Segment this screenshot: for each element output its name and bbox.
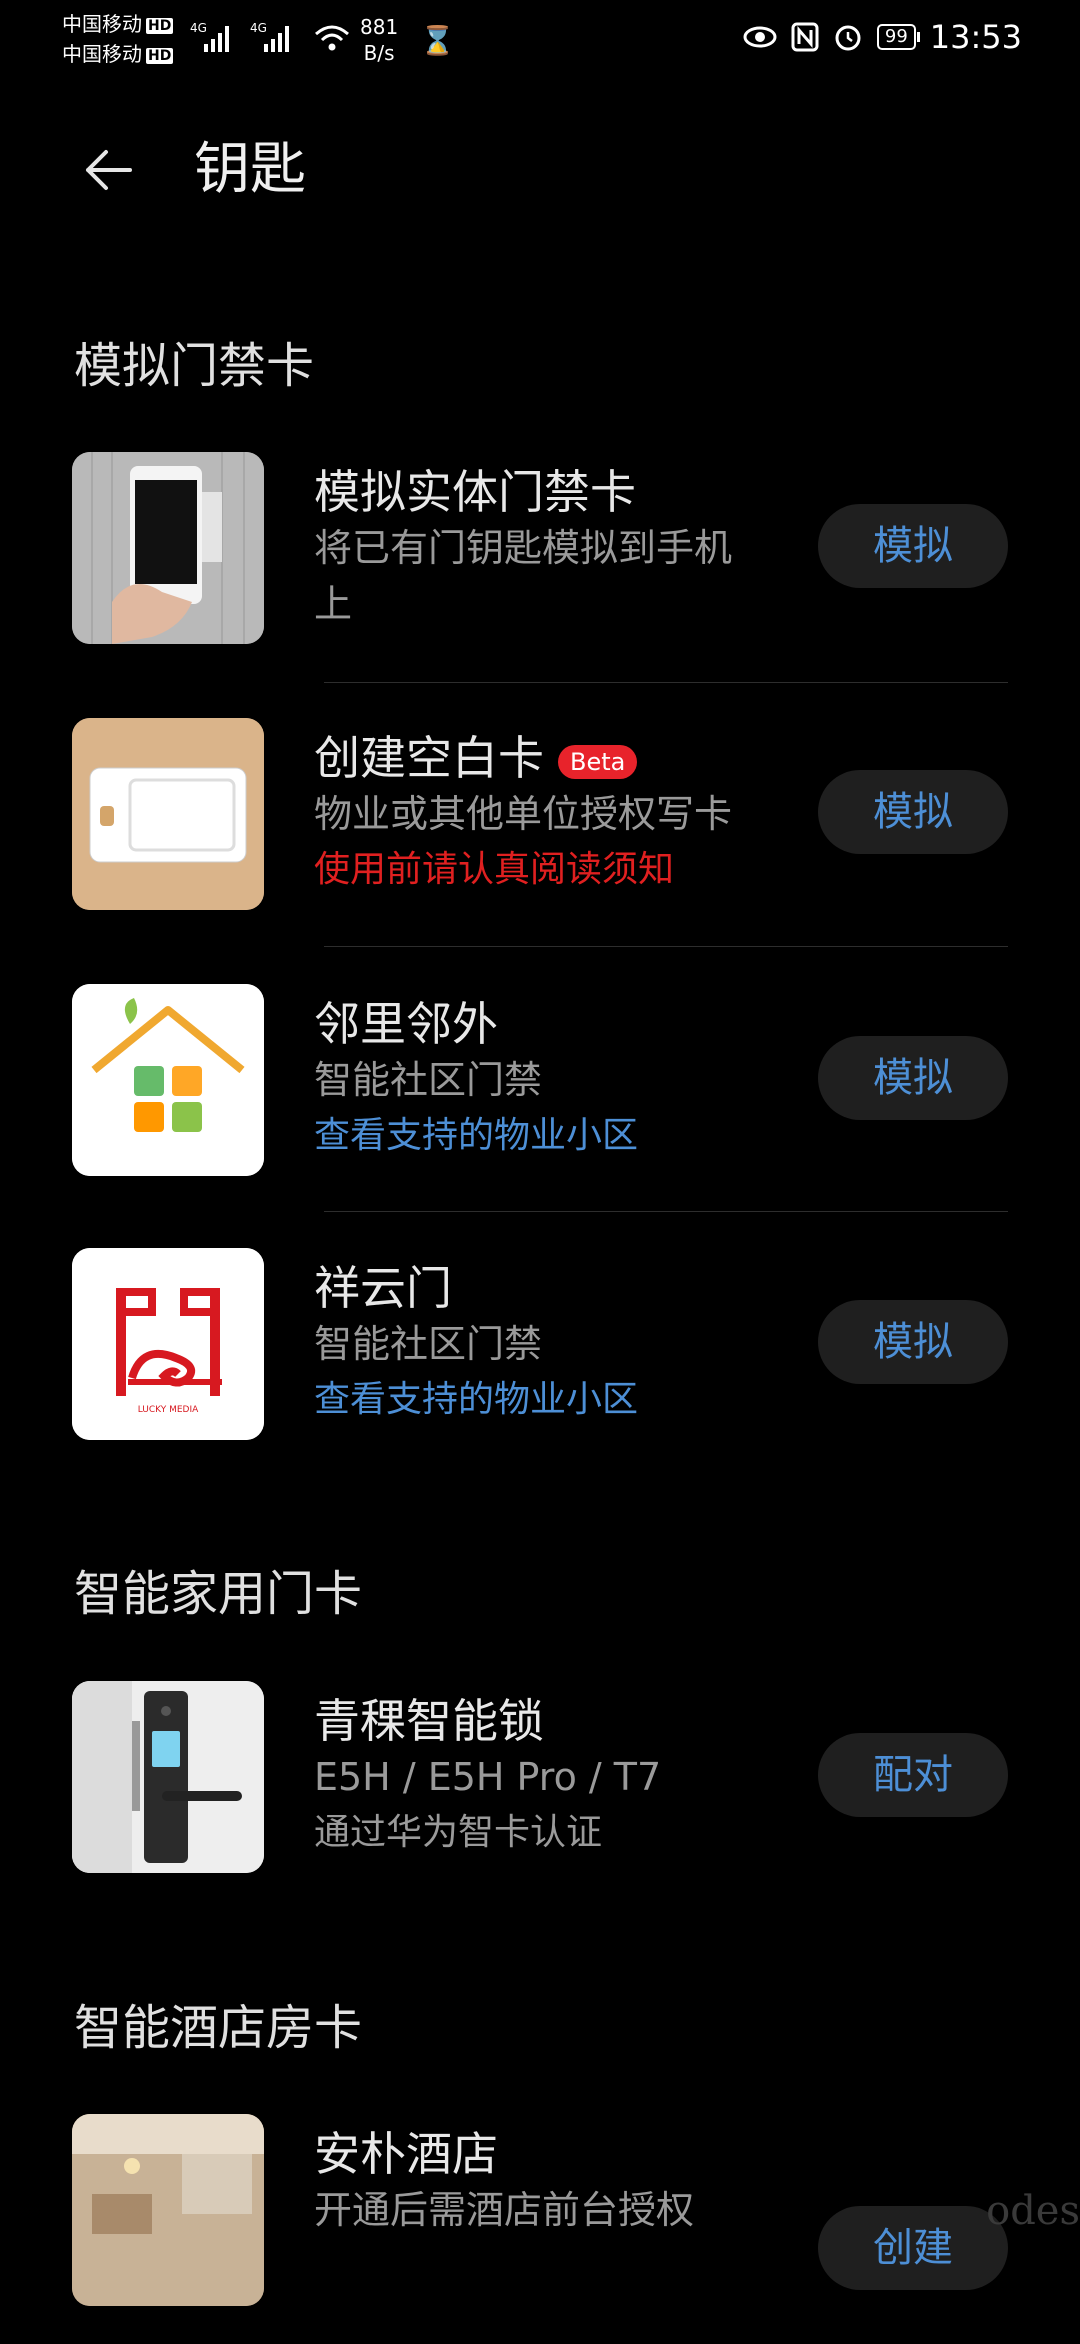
item-description: 智能社区门禁 xyxy=(314,1322,543,1366)
section-title-hotel: 智能酒店房卡 xyxy=(74,2000,363,2056)
app-header: 钥匙 xyxy=(0,130,1080,210)
section-title-home: 智能家用门卡 xyxy=(74,1566,363,1622)
item-name: 邻里邻外 xyxy=(314,997,498,1051)
arrow-left-icon[interactable] xyxy=(78,140,138,200)
wifi-icon xyxy=(315,25,349,51)
nfc-icon xyxy=(791,22,819,52)
linli-simulate-button[interactable]: 模拟 xyxy=(818,1036,1008,1120)
item-description: 将已有门钥匙模拟到手机 xyxy=(314,526,733,570)
list-item-blank-card[interactable]: 创建空白卡 Beta 物业或其他单位授权写卡 使用前请认真阅读须知 模拟 xyxy=(0,718,1080,948)
divider xyxy=(324,1211,1008,1212)
item-models: E5H / E5H Pro / T7 xyxy=(314,1755,662,1799)
page-title: 钥匙 xyxy=(194,137,306,202)
notice-warning-link[interactable]: 使用前请认真阅读须知 xyxy=(314,842,794,898)
supported-communities-link[interactable]: 查看支持的物业小区 xyxy=(314,1108,794,1164)
anpu-hotel-thumbnail xyxy=(72,2114,264,2306)
svg-text:4G: 4G xyxy=(190,21,207,35)
item-name: 祥云门 xyxy=(314,1261,452,1315)
anpu-create-button[interactable]: 创建 xyxy=(818,2206,1008,2290)
item-description: 开通后需酒店前台授权 xyxy=(314,2188,695,2232)
list-item-xiangyun[interactable]: LUCKY MEDIA 祥云门 智能社区门禁 查看支持的物业小区 模拟 xyxy=(0,1248,1080,1478)
item-certification: 通过华为智卡认证 xyxy=(314,1812,603,1853)
status-bar: 中国移动 HD 中国移动 HD 4G 4G 881 B/s ⌛ 99 13:53 xyxy=(0,0,1080,80)
simulate-physical-thumbnail xyxy=(72,452,264,644)
xiangyun-simulate-button[interactable]: 模拟 xyxy=(818,1300,1008,1384)
item-description-cont: 上 xyxy=(314,582,353,626)
alarm-icon xyxy=(835,25,861,51)
item-name: 创建空白卡 xyxy=(314,731,544,785)
list-item-qingke[interactable]: 青稞智能锁 E5H / E5H Pro / T7 通过华为智卡认证 配对 xyxy=(0,1681,1080,1911)
divider xyxy=(324,946,1008,947)
blank-card-simulate-button[interactable]: 模拟 xyxy=(818,770,1008,854)
item-name: 模拟实体门禁卡 xyxy=(314,465,636,519)
clock: 13:53 xyxy=(929,18,1022,56)
eye-comfort-icon xyxy=(743,26,777,48)
carrier-2: 中国移动 HD xyxy=(62,42,174,66)
xiangyun-logo-text: LUCKY MEDIA xyxy=(138,1405,199,1415)
linli-logo xyxy=(72,984,264,1176)
watermark: odes xyxy=(986,2188,1080,2234)
signal-1-icon: 4G xyxy=(190,21,229,52)
blank-card-thumbnail xyxy=(72,718,264,910)
item-name: 安朴酒店 xyxy=(314,2127,498,2181)
hourglass-icon: ⌛ xyxy=(420,24,455,57)
xiangyun-logo: LUCKY MEDIA xyxy=(72,1248,264,1440)
list-item-anpu[interactable]: 安朴酒店 开通后需酒店前台授权 创建 xyxy=(0,2114,1080,2344)
carrier-1: 中国移动 HD xyxy=(62,12,174,36)
list-item-linli[interactable]: 邻里邻外 智能社区门禁 查看支持的物业小区 模拟 xyxy=(0,984,1080,1214)
item-description: 物业或其他单位授权写卡 xyxy=(314,792,733,836)
qingke-lock-thumbnail xyxy=(72,1681,264,1873)
signal-2-icon: 4G xyxy=(250,21,289,52)
net-speed: 881 B/s xyxy=(360,15,399,65)
qingke-pair-button[interactable]: 配对 xyxy=(818,1733,1008,1817)
list-item-simulate-physical[interactable]: 模拟实体门禁卡 将已有门钥匙模拟到手机 上 模拟 xyxy=(0,452,1080,682)
battery-indicator: 99 xyxy=(876,24,920,50)
item-name: 青稞智能锁 xyxy=(314,1694,544,1748)
supported-communities-link[interactable]: 查看支持的物业小区 xyxy=(314,1372,794,1428)
item-description: 智能社区门禁 xyxy=(314,1058,543,1102)
section-title-access: 模拟门禁卡 xyxy=(74,338,315,394)
svg-text:4G: 4G xyxy=(250,21,267,35)
simulate-physical-button[interactable]: 模拟 xyxy=(818,504,1008,588)
divider xyxy=(324,682,1008,683)
beta-badge: Beta xyxy=(558,744,638,779)
